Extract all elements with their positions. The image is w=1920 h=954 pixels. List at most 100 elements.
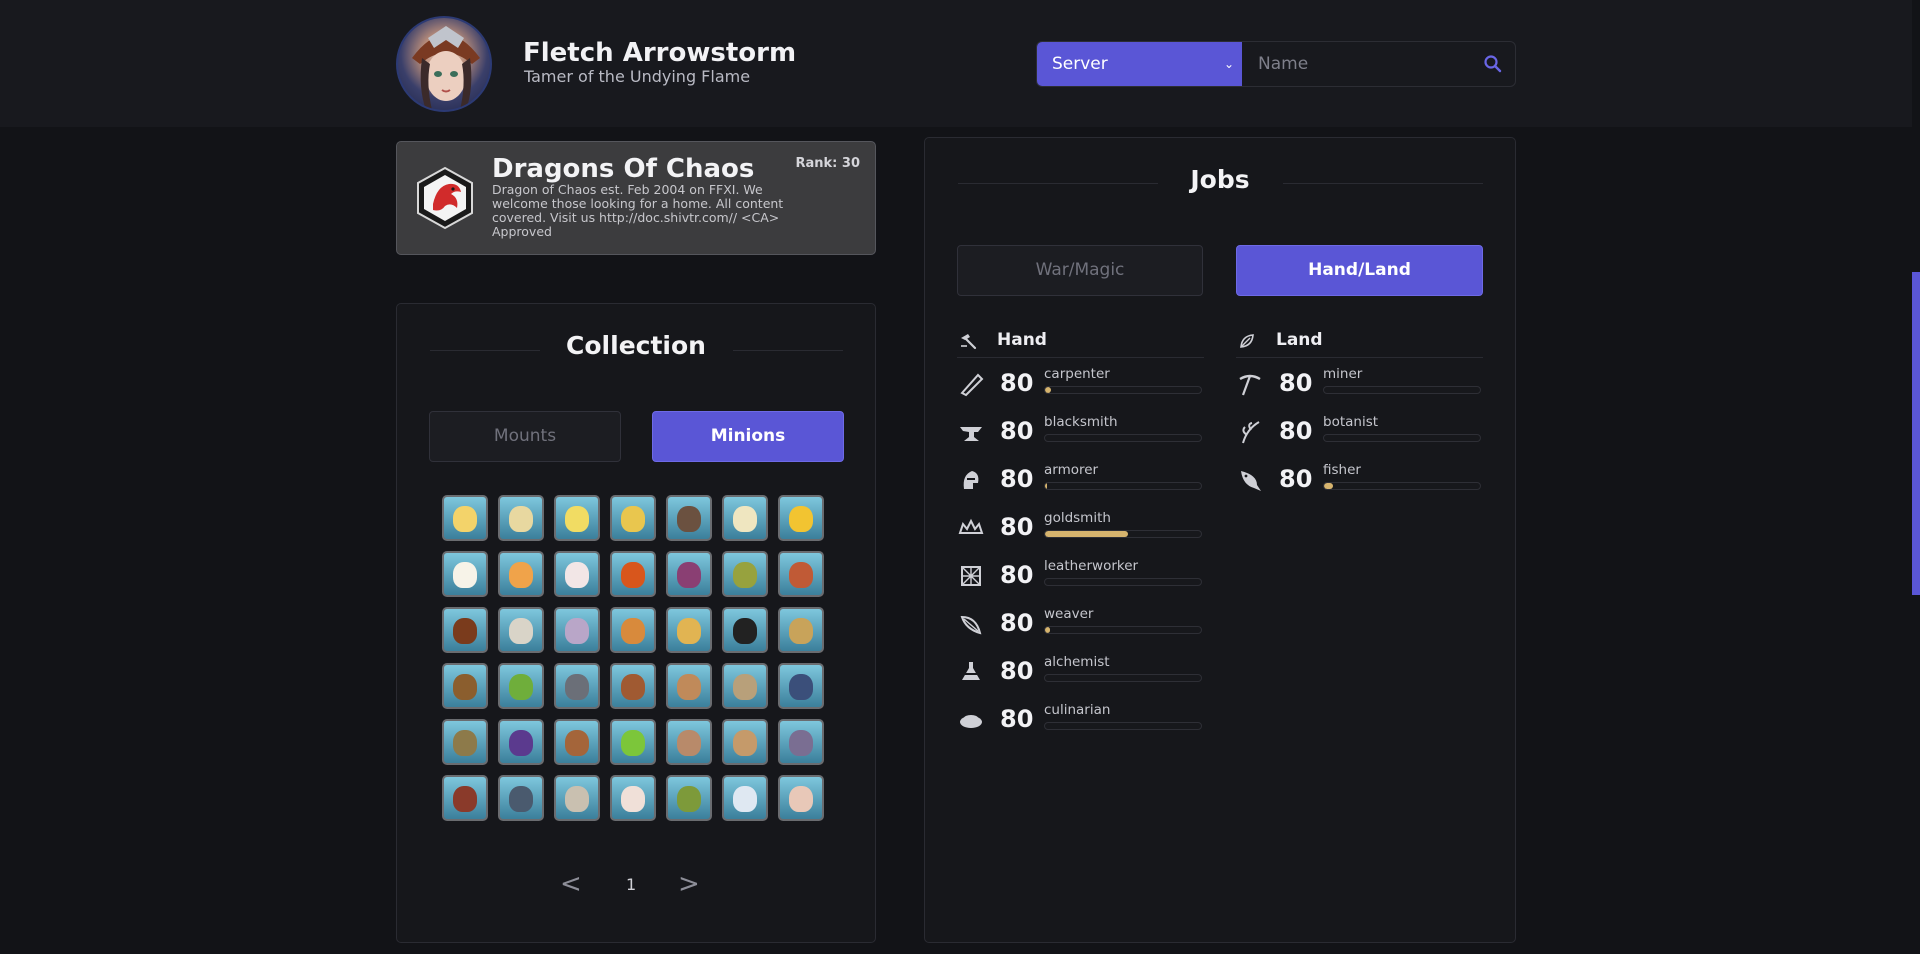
previous-page-button[interactable]: < <box>560 869 582 899</box>
name-input[interactable]: Name <box>1242 42 1472 86</box>
land-section-title: Land <box>1276 330 1323 350</box>
job-name: goldsmith <box>1044 510 1111 526</box>
character-search: Server ⌄ Name <box>1036 41 1516 87</box>
job-level: 80 <box>1000 513 1034 541</box>
next-page-button[interactable]: > <box>678 869 700 899</box>
job-progress-bar <box>1323 434 1481 442</box>
title-divider <box>733 350 843 351</box>
minion-icon[interactable] <box>442 775 488 821</box>
minion-icon[interactable] <box>554 775 600 821</box>
minion-icon[interactable] <box>666 607 712 653</box>
minion-icon[interactable] <box>554 663 600 709</box>
job-progress-bar <box>1323 386 1481 394</box>
minion-icon[interactable] <box>778 607 824 653</box>
minion-figure <box>677 618 701 644</box>
helmet-icon <box>963 471 979 489</box>
minion-icon[interactable] <box>722 495 768 541</box>
minion-icon[interactable] <box>498 663 544 709</box>
pickaxe-icon <box>1239 374 1261 396</box>
minion-icon[interactable] <box>554 607 600 653</box>
minion-figure <box>565 562 589 588</box>
leaf-icon <box>1240 334 1254 348</box>
minion-icon[interactable] <box>666 551 712 597</box>
job-level: 80 <box>1000 657 1034 685</box>
tab-war-magic[interactable]: War/Magic <box>957 245 1203 296</box>
minion-icon[interactable] <box>498 607 544 653</box>
scrollbar-thumb[interactable] <box>1912 272 1920 595</box>
minion-figure <box>677 674 701 700</box>
minion-icon[interactable] <box>666 495 712 541</box>
minion-figure <box>509 674 533 700</box>
minion-figure <box>733 786 757 812</box>
minion-icon[interactable] <box>442 607 488 653</box>
minion-icon[interactable] <box>610 551 656 597</box>
job-progress-bar <box>1044 386 1202 394</box>
hand-section-title: Hand <box>997 330 1047 350</box>
minion-figure <box>453 562 477 588</box>
free-company-rank: Rank: 30 <box>795 156 861 171</box>
minion-figure <box>789 786 813 812</box>
anvil-icon <box>960 427 982 441</box>
minion-icon[interactable] <box>442 719 488 765</box>
minion-figure <box>509 562 533 588</box>
minion-icon[interactable] <box>666 663 712 709</box>
minion-figure <box>509 506 533 532</box>
minion-icon[interactable] <box>442 663 488 709</box>
minion-icon[interactable] <box>778 775 824 821</box>
minion-figure <box>733 562 757 588</box>
minion-icon[interactable] <box>778 719 824 765</box>
minion-figure <box>789 618 813 644</box>
minion-icon[interactable] <box>666 775 712 821</box>
fish-icon <box>1241 471 1261 491</box>
minion-icon[interactable] <box>554 551 600 597</box>
job-name: botanist <box>1323 414 1379 430</box>
server-select[interactable]: Server ⌄ <box>1037 42 1242 86</box>
search-icon[interactable] <box>1483 54 1503 74</box>
minion-icon[interactable] <box>610 607 656 653</box>
tab-mounts[interactable]: Mounts <box>429 411 621 462</box>
minion-icon[interactable] <box>498 775 544 821</box>
minion-figure <box>453 506 477 532</box>
section-divider <box>957 357 1204 358</box>
minion-figure <box>789 562 813 588</box>
jobs-panel: Jobs War/Magic Hand/Land Hand Land 80 car… <box>924 137 1516 943</box>
tab-minions[interactable]: Minions <box>652 411 844 462</box>
minion-icon[interactable] <box>554 719 600 765</box>
minion-icon[interactable] <box>778 495 824 541</box>
minion-icon[interactable] <box>498 495 544 541</box>
free-company-card[interactable]: Dragons Of Chaos Rank: 30 Dragon of Chao… <box>396 141 876 255</box>
minion-figure <box>621 674 645 700</box>
minion-icon[interactable] <box>498 551 544 597</box>
minion-icon[interactable] <box>722 607 768 653</box>
job-name: blacksmith <box>1044 414 1118 430</box>
minion-icon[interactable] <box>610 719 656 765</box>
minion-icon[interactable] <box>778 663 824 709</box>
minion-icon[interactable] <box>722 551 768 597</box>
job-progress-bar <box>1044 674 1202 682</box>
minion-icon[interactable] <box>610 663 656 709</box>
minion-icon[interactable] <box>722 663 768 709</box>
minion-icon[interactable] <box>722 719 768 765</box>
pagination: < 1 > <box>397 869 875 899</box>
job-progress-fill <box>1045 483 1047 489</box>
chevron-down-icon: ⌄ <box>1223 57 1234 71</box>
minion-icon[interactable] <box>554 495 600 541</box>
minion-icon[interactable] <box>442 551 488 597</box>
minion-icon[interactable] <box>722 775 768 821</box>
minion-figure <box>621 562 645 588</box>
minion-icon[interactable] <box>442 495 488 541</box>
free-company-name: Dragons Of Chaos <box>492 154 755 184</box>
job-progress-bar <box>1044 482 1202 490</box>
tab-hand-land[interactable]: Hand/Land <box>1236 245 1483 296</box>
minion-figure <box>789 506 813 532</box>
minion-figure <box>453 618 477 644</box>
minion-icon[interactable] <box>610 495 656 541</box>
minion-icon[interactable] <box>778 551 824 597</box>
minion-figure <box>453 674 477 700</box>
minion-icon[interactable] <box>610 775 656 821</box>
job-progress-bar <box>1044 530 1202 538</box>
minion-figure <box>621 506 645 532</box>
minion-icon[interactable] <box>666 719 712 765</box>
job-level: 80 <box>1000 609 1034 637</box>
minion-icon[interactable] <box>498 719 544 765</box>
